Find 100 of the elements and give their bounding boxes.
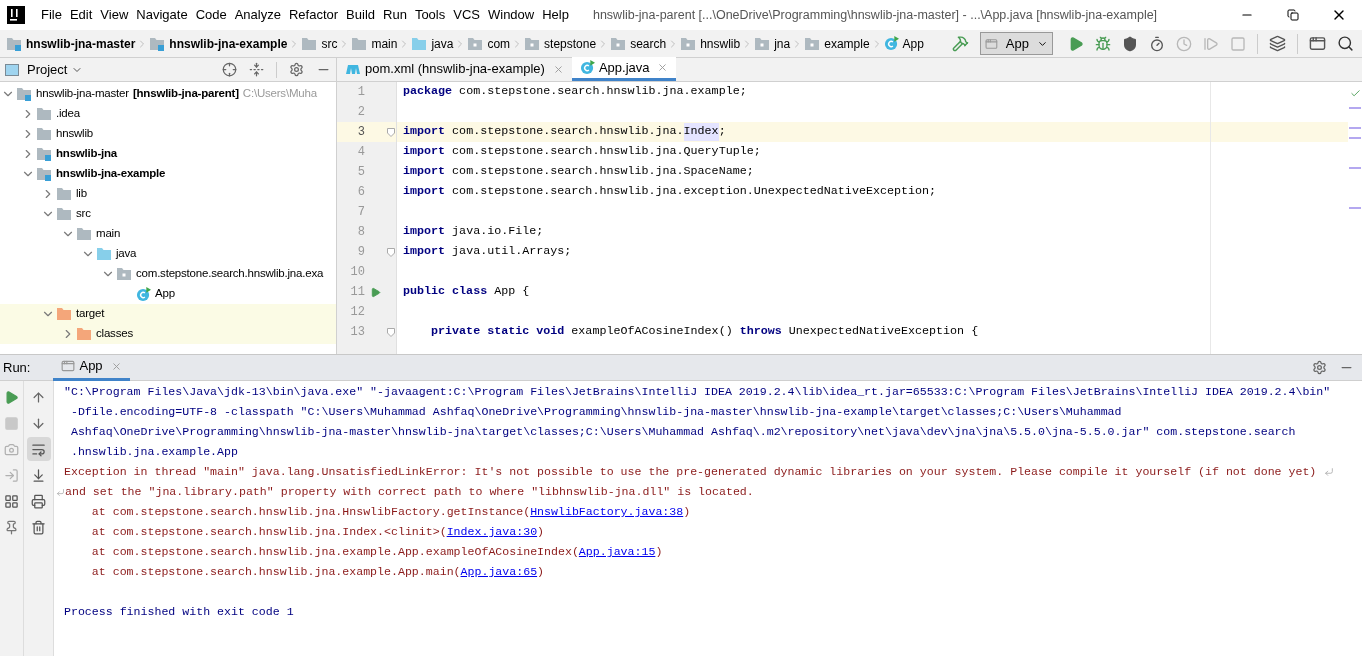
- breadcrumb[interactable]: hnswlib-jna-master: [26, 34, 136, 53]
- tree-item[interactable]: java: [116, 245, 137, 263]
- settings-icon[interactable]: [1312, 360, 1327, 375]
- source-link[interactable]: App.java:15: [578, 545, 656, 559]
- locate-icon[interactable]: [222, 62, 237, 77]
- menu-item[interactable]: VCS: [449, 5, 484, 25]
- package-icon: [754, 36, 771, 51]
- menu-item[interactable]: Run: [379, 5, 411, 25]
- tree-item[interactable]: lib: [76, 185, 87, 203]
- inspection-ok-icon: [1349, 88, 1361, 99]
- breadcrumb[interactable]: stepstone: [544, 34, 597, 53]
- code-keyword: import: [403, 223, 446, 241]
- tree-item[interactable]: com.stepstone.search.hnswlib.jna.exa: [136, 265, 324, 283]
- stack-trace-line: at com.stepstone.search.hnswlib.jna.example.App.main(App.java:65): [90, 564, 545, 581]
- package-icon: [804, 36, 821, 51]
- menu-item[interactable]: Analyze: [230, 5, 285, 25]
- fold-marker-icon[interactable]: [387, 247, 395, 257]
- line-number: 2: [356, 104, 365, 121]
- line-number: 7: [356, 204, 365, 221]
- fold-marker-icon[interactable]: [387, 327, 395, 337]
- code-text: com.stepstone.search.hnswlib.jna.SpaceName;: [451, 163, 754, 181]
- breadcrumb[interactable]: src: [321, 34, 338, 53]
- menu-item[interactable]: Code: [191, 5, 231, 25]
- menu-item[interactable]: View: [96, 5, 133, 25]
- source-link[interactable]: Index.java:30: [446, 525, 538, 539]
- module-folder-icon: [16, 87, 32, 101]
- project-structure-icon[interactable]: [1269, 35, 1286, 52]
- editor-tab[interactable]: pom.xml (hnswlib-jna-example): [337, 57, 572, 81]
- folder-icon: [301, 36, 318, 51]
- folder-icon: [76, 327, 92, 341]
- tree-item[interactable]: src: [76, 205, 91, 223]
- folder-icon: [411, 36, 428, 51]
- breadcrumb[interactable]: search: [630, 34, 667, 53]
- folder-icon: [56, 187, 72, 201]
- code-keyword: throws: [739, 323, 782, 341]
- fold-marker-icon[interactable]: [387, 127, 395, 137]
- stack-trace-line: at com.stepstone.search.hnswlib.jna.Index.<clinit>(Index.java:30): [90, 524, 545, 541]
- console-text: -Dfile.encoding=UTF-8 -classpath "C:\Users\Muhammad Ashfaq\OneDrive\Programming\hnswlib-jna-master\hnswlib-jna-example\target\classes;C:\Users\Muhammad: [69, 404, 1122, 421]
- menu-item[interactable]: File: [37, 5, 66, 25]
- folder-icon: [351, 36, 368, 51]
- panel-title[interactable]: Project: [27, 59, 68, 80]
- console-text: Ashfaq\OneDrive\Programming\hnswlib-jna-master\hnswlib-jna\target\classes;C:\Users\Muhammad Ashfaq\.m2\repository\net\java\dev\jna\jna\5.5.0\jna-5.5.0.jar" com.stepstone.search: [69, 424, 1296, 441]
- module-folder-icon: [36, 147, 52, 161]
- breadcrumb[interactable]: com: [487, 34, 511, 53]
- breadcrumb[interactable]: example: [824, 34, 870, 53]
- panel-icon: [5, 63, 19, 76]
- code-text: com.stepstone.search.hnswlib.jna.: [451, 123, 684, 141]
- editor-tab[interactable]: App.java: [571, 57, 677, 81]
- code-text: java.io.File;: [451, 223, 544, 241]
- run-configuration-dropdown[interactable]: App: [980, 32, 1053, 55]
- menu-item[interactable]: Help: [538, 5, 573, 25]
- breadcrumb[interactable]: jna: [774, 34, 791, 53]
- terminal-icon[interactable]: [1309, 35, 1326, 52]
- tree-item[interactable]: classes: [96, 325, 133, 343]
- menu-item[interactable]: Edit: [65, 5, 97, 25]
- folder-icon: [56, 207, 72, 221]
- breadcrumb[interactable]: hnswlib-jna-example: [169, 34, 288, 53]
- menu-item[interactable]: Navigate: [132, 5, 192, 25]
- tree-item[interactable]: App: [155, 285, 175, 303]
- breadcrumb[interactable]: App: [902, 34, 924, 53]
- source-link[interactable]: HnswlibFactory.java:38: [530, 505, 684, 519]
- breadcrumb[interactable]: hnswlib: [700, 34, 741, 53]
- line-number: 11: [349, 284, 365, 301]
- tree-item[interactable]: main: [96, 225, 121, 243]
- path-hint: C:\Users\Muha: [242, 86, 317, 102]
- settings-icon[interactable]: [289, 62, 304, 77]
- folder-icon: [56, 307, 72, 321]
- class-icon: [136, 286, 151, 302]
- code-text: UnexpectedNativeException {: [787, 323, 979, 341]
- menu-item[interactable]: Build: [342, 5, 379, 25]
- restore-icon[interactable]: [1287, 9, 1299, 21]
- close-tab-icon[interactable]: [552, 63, 564, 75]
- search-icon[interactable]: [1337, 35, 1354, 52]
- tree-item[interactable]: hnswlib: [56, 125, 93, 143]
- code-text: com.stepstone.search.hnswlib.jna.exception.UnexpectedNativeException;: [451, 183, 937, 201]
- collapse-all-icon[interactable]: [249, 62, 264, 77]
- code-text: Index: [683, 123, 719, 141]
- close-tab-icon[interactable]: [657, 62, 669, 73]
- menu-item[interactable]: Tools: [410, 5, 450, 25]
- line-number: 9: [356, 244, 365, 261]
- tree-item[interactable]: hnswlib-jna-master: [36, 85, 129, 103]
- breadcrumb[interactable]: java: [431, 34, 454, 53]
- menu-item[interactable]: Refactor: [284, 5, 343, 25]
- build-icon[interactable]: [952, 35, 969, 52]
- source-link[interactable]: App.java:65: [460, 565, 538, 579]
- stack-trace-line: at com.stepstone.search.hnswlib.jna.HnswlibFactory.getInstance(HnswlibFactory.java:38): [90, 504, 691, 521]
- code-text: ;: [718, 123, 726, 141]
- class-icon: [579, 60, 595, 75]
- breadcrumb[interactable]: main: [371, 34, 398, 53]
- package-icon: [680, 36, 697, 51]
- soft-wrap-icon[interactable]: [26, 437, 51, 461]
- tree-item[interactable]: hnswlib-jna-example: [56, 165, 166, 183]
- tree-item[interactable]: .idea: [56, 105, 80, 123]
- run-gutter-icon[interactable]: [369, 286, 381, 298]
- package-icon: [116, 267, 132, 281]
- code-text: exampleOfACosineIndex(): [570, 323, 734, 341]
- menu-item[interactable]: Window: [483, 5, 539, 25]
- maven-icon: [345, 63, 361, 75]
- tree-item[interactable]: target: [76, 305, 105, 323]
- tree-item[interactable]: hnswlib-jna: [56, 145, 118, 163]
